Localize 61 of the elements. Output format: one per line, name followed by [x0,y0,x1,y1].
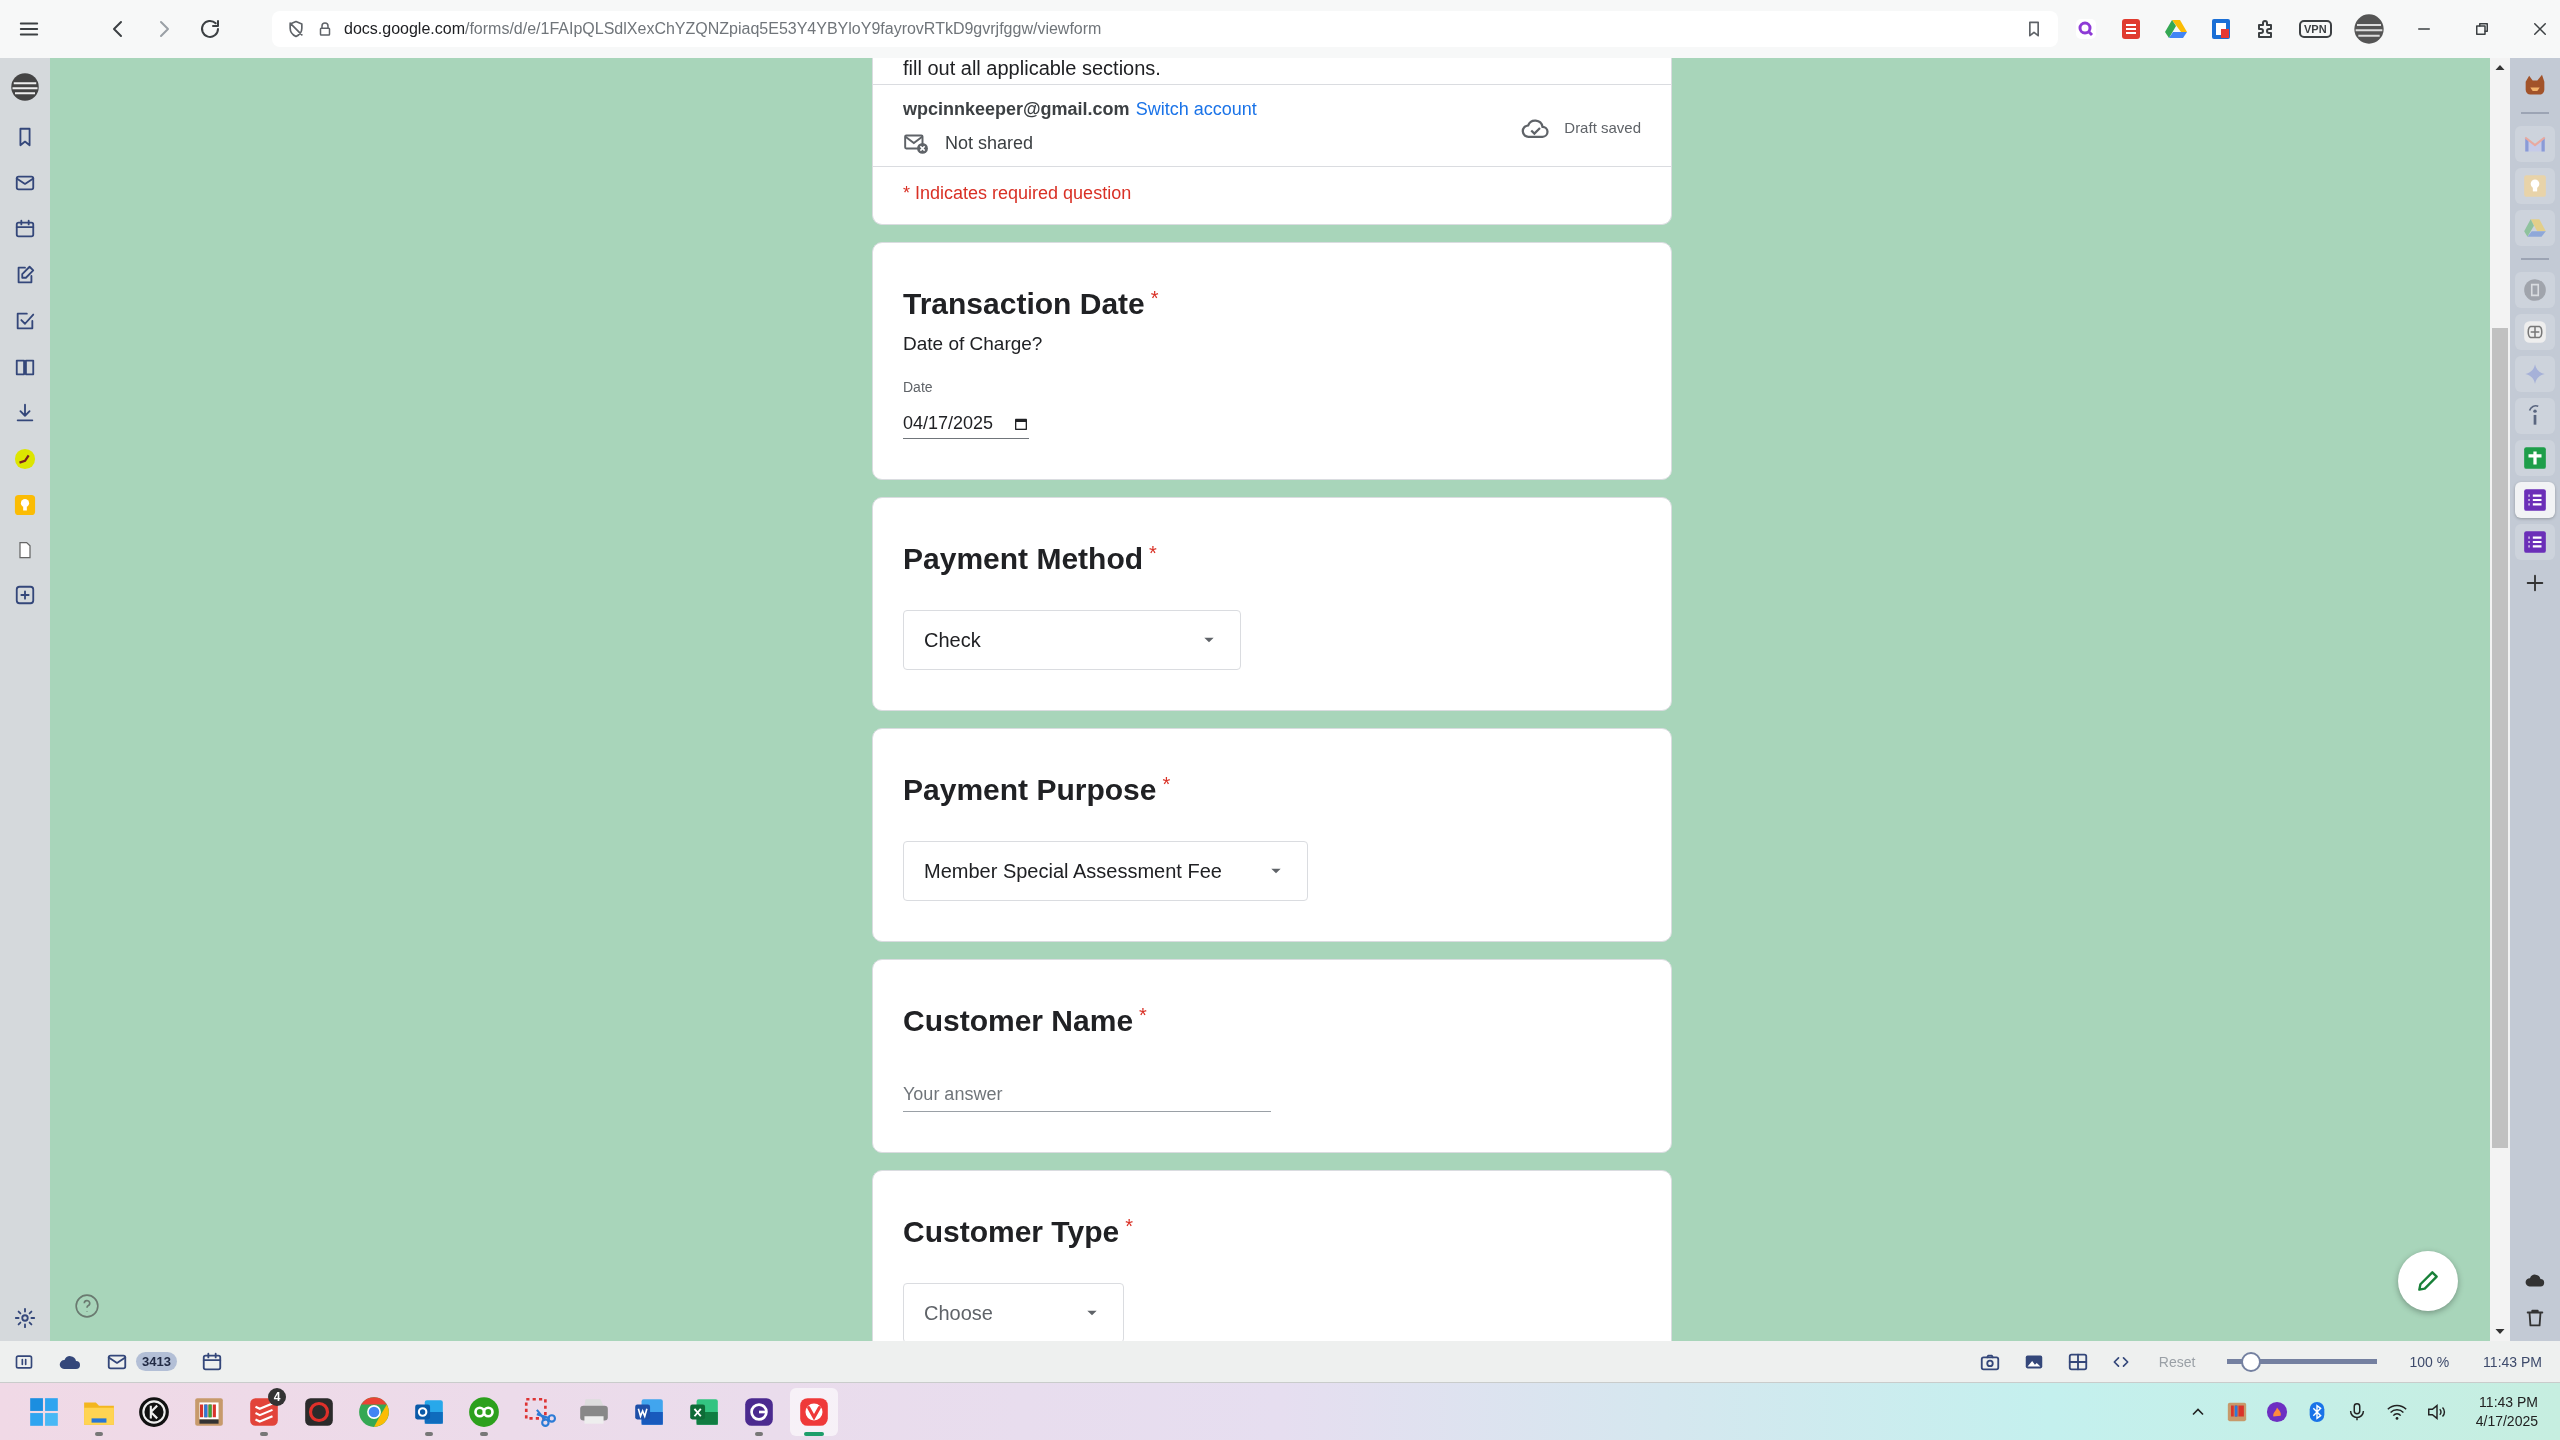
scrollbar-thumb[interactable] [2492,328,2508,1148]
unread-count-badge: 3413 [136,1352,177,1371]
zoom-level-text: 100 % [2409,1353,2450,1370]
trash-icon[interactable] [2524,1307,2546,1329]
dropdown[interactable]: Check [903,610,1241,670]
question-title: Customer Type [903,1215,1120,1249]
status-clock: 11:43 PM [2483,1353,2542,1370]
help-icon[interactable] [74,1293,100,1319]
answer-field[interactable]: Your answer [903,1082,1271,1112]
required-note: * Indicates required question [902,182,1133,205]
add-icon[interactable] [2524,572,2546,594]
date-field[interactable]: 04/17/2025 [903,413,1030,439]
switch-account-link[interactable]: Switch account [1135,99,1257,120]
field-label: Date [903,379,934,395]
stack-icon[interactable] [2119,17,2143,41]
question-title: Customer Name [903,1004,1134,1038]
question-description: Date of Charge? [903,333,1044,355]
download-icon[interactable] [14,402,36,424]
list-icon[interactable] [2522,487,2548,513]
calendar-icon[interactable] [14,218,36,240]
question-title: Payment Purpose [903,773,1157,807]
question-title: Transaction Date [903,287,1145,321]
account-email: wpcinnkeeper@gmail.com [903,99,1130,120]
address-bar[interactable]: docs.google.com/forms/d/e/1FAIpQLSdlXexChYZQNZpiaq5E53Y4YBYloY9fayrovRTkD9gvrjfggw/viewform [272,11,2058,47]
required-asterisk: * [1162,773,1171,796]
vpn-badge[interactable]: VPN [2299,20,2332,38]
required-asterisk: * [1125,1215,1133,1238]
plus-square-icon[interactable] [2522,445,2548,471]
question-title: Payment Method [903,542,1144,576]
sharing-status: Not shared [945,132,1034,154]
triangle-icon[interactable] [2164,17,2188,41]
form-description: fill out all applicable sections. [902,58,1162,81]
zoom-slider-thumb[interactable] [2241,1351,2262,1372]
taskbar-clock[interactable]: 11:43 PM 4/17/2025 [2475,1392,2538,1431]
list-icon[interactable] [2522,529,2548,555]
color-bars-icon[interactable] [2225,1400,2248,1423]
browser-icon [357,1394,391,1429]
shield-icon[interactable] [286,19,306,39]
required-asterisk: * [1150,287,1159,310]
accounting-icon [467,1394,501,1429]
search-icon[interactable] [2074,17,2098,41]
add-panel-icon[interactable] [14,584,36,606]
clipboard-icon[interactable] [2209,17,2233,41]
reload-icon[interactable] [198,17,222,41]
pencil-icon [2415,1268,2441,1294]
calendar-icon[interactable] [200,1350,223,1373]
checkbox-icon[interactable] [14,310,36,332]
signature-app-icon[interactable] [14,448,36,470]
edit-button[interactable] [2398,1251,2458,1311]
notification-badge: 4 [268,1387,286,1406]
required-asterisk: * [1149,542,1157,565]
circle-logo-icon [137,1394,171,1429]
avatar-icon[interactable] [10,72,40,102]
draft-status: Draft saved [1564,119,1641,136]
taskbar-app-button[interactable]: 4 [240,1387,288,1436]
required-asterisk: * [1139,1004,1147,1027]
settings-icon[interactable] [14,1307,36,1329]
url-text[interactable]: docs.google.com/forms/d/e/1FAIpQLSdlXexChYZQNZpiaq5E53Y4YBYloY9fayrovRTkD9gvrjfggw/viewform [344,20,1102,38]
dropdown[interactable]: Member Special Assessment Fee [903,841,1308,901]
flame-icon[interactable] [2265,1400,2288,1423]
profile-avatar-icon[interactable] [2352,13,2385,45]
